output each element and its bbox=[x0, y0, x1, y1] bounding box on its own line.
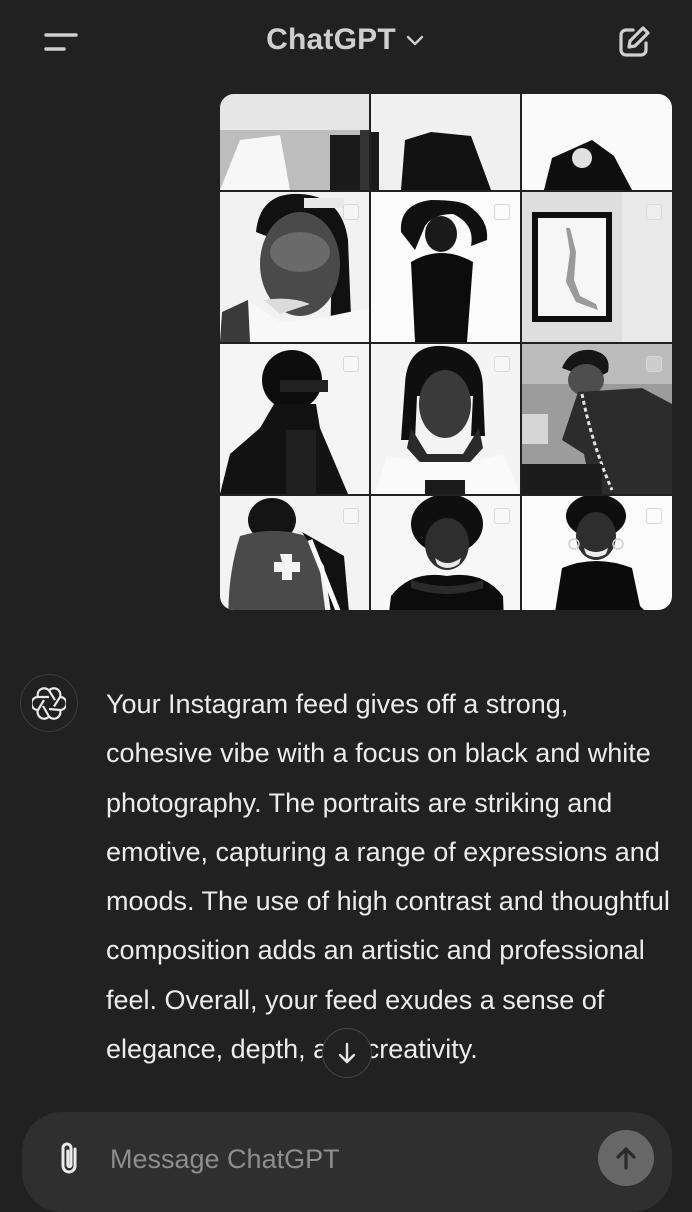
scroll-to-bottom-button[interactable] bbox=[322, 1028, 372, 1078]
instagram-grid bbox=[220, 94, 672, 610]
new-chat-icon bbox=[619, 26, 650, 57]
select-checkbox bbox=[343, 204, 359, 220]
grid-photo bbox=[371, 496, 520, 610]
assistant-message: Your Instagram feed gives off a strong, … bbox=[106, 689, 670, 1065]
new-chat-button[interactable] bbox=[608, 20, 660, 64]
message-input[interactable] bbox=[108, 1134, 592, 1184]
select-checkbox bbox=[494, 356, 510, 372]
select-checkbox bbox=[646, 356, 662, 372]
select-checkbox bbox=[646, 508, 662, 524]
grid-photo bbox=[522, 192, 672, 342]
grid-photo bbox=[522, 496, 672, 610]
attach-button[interactable] bbox=[48, 1136, 92, 1180]
page-title: ChatGPT bbox=[266, 23, 396, 56]
chevron-down-icon bbox=[406, 35, 424, 46]
grid-photo bbox=[371, 344, 520, 494]
select-checkbox bbox=[494, 204, 510, 220]
arrow-up-icon bbox=[616, 1147, 636, 1170]
grid-photo bbox=[220, 344, 369, 494]
arrow-down-icon bbox=[338, 1042, 356, 1064]
paperclip-icon bbox=[61, 1142, 77, 1174]
grid-photo bbox=[371, 192, 520, 342]
grid-photo bbox=[371, 94, 520, 190]
top-bar: ChatGPT bbox=[0, 0, 692, 82]
assistant-avatar bbox=[20, 674, 78, 732]
select-checkbox bbox=[343, 356, 359, 372]
select-checkbox bbox=[646, 204, 662, 220]
grid-photo bbox=[220, 496, 369, 610]
grid-photo bbox=[522, 94, 672, 190]
select-checkbox bbox=[494, 508, 510, 524]
grid-photo bbox=[522, 344, 672, 494]
grid-photo bbox=[220, 94, 369, 190]
select-checkbox bbox=[343, 508, 359, 524]
message-composer bbox=[22, 1112, 672, 1212]
model-selector[interactable]: ChatGPT bbox=[0, 18, 692, 62]
grid-photo bbox=[220, 192, 369, 342]
uploaded-image[interactable] bbox=[220, 94, 672, 610]
send-button[interactable] bbox=[598, 1130, 654, 1186]
openai-logo-icon bbox=[32, 687, 66, 720]
